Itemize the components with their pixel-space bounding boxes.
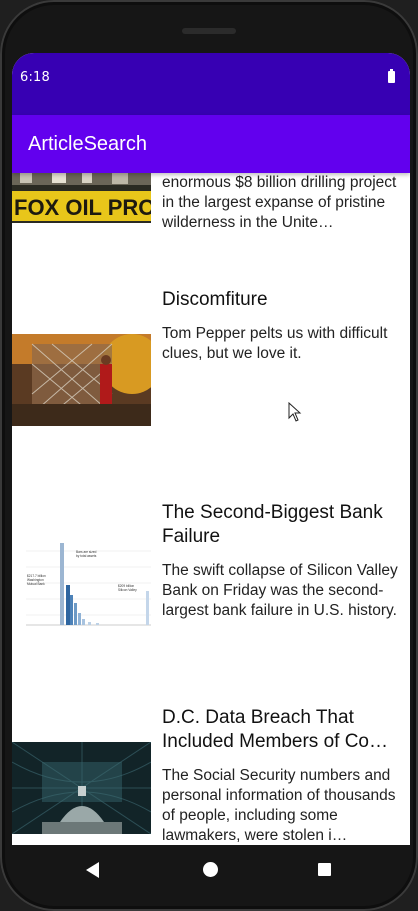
phone-frame: 6:18 ArticleSearch FOX OIL PRO enormous …	[0, 0, 418, 911]
earpiece-speaker	[182, 28, 236, 34]
article-snippet: The swift collapse of Silicon Valley Ban…	[162, 562, 398, 619]
article-text: enormous $8 billion drilling project in …	[162, 173, 402, 233]
article-thumbnail: FOX OIL PROT	[12, 173, 151, 223]
article-item[interactable]: $217.7 billion Washington Mutual Bank Bars…	[12, 501, 410, 691]
back-triangle-icon[interactable]	[86, 862, 99, 878]
article-thumbnail	[12, 334, 151, 426]
app-bar: ArticleSearch	[12, 115, 410, 173]
svg-text:FOX OIL PROT: FOX OIL PROT	[14, 195, 151, 220]
battery-icon	[388, 69, 395, 83]
app-title: ArticleSearch	[28, 133, 147, 155]
article-snippet: enormous $8 billion drilling project in …	[162, 174, 397, 231]
article-item[interactable]: FOX OIL PROT enormous $8 billion drillin…	[12, 173, 410, 243]
article-item[interactable]: D.C. Data Breach That Included Members o…	[12, 706, 410, 845]
mouse-cursor-icon	[288, 402, 302, 422]
svg-text:Mutual Bank: Mutual Bank	[27, 582, 45, 586]
article-list[interactable]: FOX OIL PROT enormous $8 billion drillin…	[12, 173, 410, 845]
svg-text:by total assets: by total assets	[76, 554, 97, 558]
article-thumbnail	[12, 742, 151, 834]
article-headline: D.C. Data Breach That Included Members o…	[162, 707, 388, 752]
app-screen: 6:18 ArticleSearch FOX OIL PRO enormous …	[12, 53, 410, 845]
status-bar: 6:18	[12, 53, 410, 115]
article-item[interactable]: Discomfiture Tom Pepper pelts us with di…	[12, 288, 410, 448]
article-snippet: The Social Security numbers and personal…	[162, 767, 396, 844]
svg-text:Silicon Valley: Silicon Valley	[118, 588, 137, 592]
article-thumbnail: $217.7 billion Washington Mutual Bank Bars…	[12, 537, 151, 635]
article-headline: Discomfiture	[162, 289, 268, 310]
system-nav-bar	[12, 845, 410, 897]
article-text: The Second-Biggest Bank Failure The swif…	[162, 501, 402, 621]
article-text: Discomfiture Tom Pepper pelts us with di…	[162, 288, 402, 364]
article-snippet: Tom Pepper pelts us with difficult clues…	[162, 325, 388, 362]
article-headline: The Second-Biggest Bank Failure	[162, 502, 383, 547]
home-circle-icon[interactable]	[203, 862, 218, 877]
article-text: D.C. Data Breach That Included Members o…	[162, 706, 402, 845]
recents-square-icon[interactable]	[318, 863, 331, 876]
status-time: 6:18	[20, 70, 50, 85]
